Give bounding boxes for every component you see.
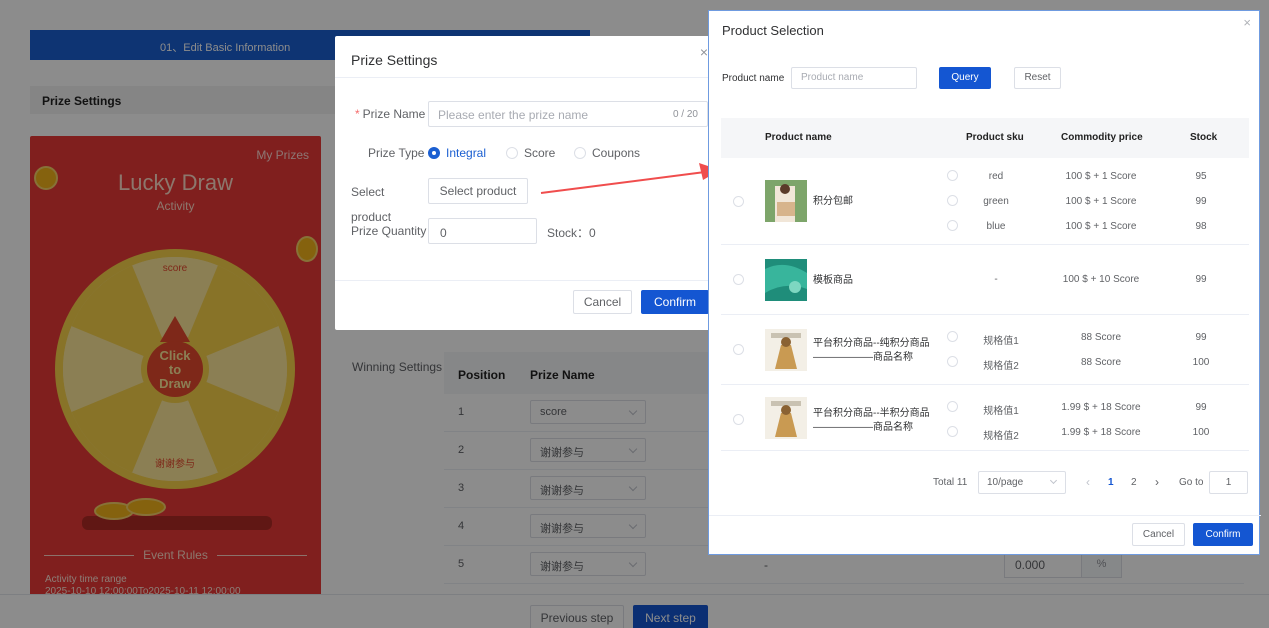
- search-label: Product name: [722, 73, 785, 84]
- price-value: 1.99 $ + 18 Score: [1061, 402, 1141, 413]
- product-name-line-2: ——————商品名称: [813, 352, 913, 363]
- confirm-button[interactable]: Confirm: [641, 290, 709, 314]
- product-name-line-1: 平台积分商品--半积分商品: [813, 408, 930, 419]
- col-commodity-price: Commodity price: [1061, 132, 1143, 143]
- stock-text: Stock：0: [547, 226, 596, 240]
- page-size-select[interactable]: 10/page: [978, 471, 1066, 494]
- query-button[interactable]: Query: [939, 67, 991, 89]
- sku-radio[interactable]: [947, 356, 958, 367]
- product-name: 模板商品: [813, 275, 853, 286]
- table-row: 模板商品 - 100 $ + 10 Score 99: [721, 245, 1249, 315]
- sku-value: blue: [986, 221, 1006, 232]
- prize-type-label: Prize Type: [368, 146, 425, 160]
- prize-quantity-label: Prize Quantity: [351, 224, 427, 238]
- page-size-value: 10/page: [987, 477, 1024, 488]
- total-count: Total 11: [933, 477, 968, 488]
- price-value: 1.99 $ + 18 Score: [1061, 427, 1141, 438]
- product-name-input[interactable]: Product name: [791, 67, 917, 89]
- product-selection-dialog: Product Selection × Product name Product…: [708, 10, 1261, 555]
- chevron-down-icon: [1049, 476, 1058, 485]
- product-radio[interactable]: [733, 196, 744, 207]
- product-radio[interactable]: [733, 344, 744, 355]
- select-product-label: Select: [351, 185, 385, 199]
- reset-button[interactable]: Reset: [1014, 67, 1061, 89]
- prize-name-placeholder: Please enter the prize name: [438, 108, 589, 122]
- price-value: 88 Score: [1080, 357, 1122, 368]
- product-image: [765, 259, 807, 301]
- prize-quantity-value: 0: [440, 226, 447, 240]
- product-image: [765, 397, 807, 439]
- sku-value: red: [988, 171, 1004, 182]
- stock-value: 100: [1192, 357, 1210, 368]
- sku-value: green: [983, 196, 1009, 207]
- product-image: [765, 329, 807, 371]
- product-image: [765, 180, 807, 222]
- dialog-title: Product Selection: [722, 23, 824, 38]
- stock-value: 100: [1192, 427, 1210, 438]
- prize-name-label: * Prize Name: [355, 107, 426, 121]
- price-value: 100 $ + 1 Score: [1065, 221, 1137, 232]
- stock-value: 98: [1195, 221, 1207, 232]
- radio-score[interactable]: Score: [506, 146, 555, 160]
- prize-name-input[interactable]: Please enter the prize name 0 / 20: [428, 101, 708, 127]
- price-value: 100 $ + 10 Score: [1062, 274, 1140, 285]
- product-radio[interactable]: [733, 274, 744, 285]
- select-product-label-2: product: [351, 210, 392, 224]
- dialog-divider: [335, 280, 720, 281]
- sku-radio[interactable]: [947, 331, 958, 342]
- goto-page-input[interactable]: 1: [1209, 471, 1248, 494]
- table-row: 平台积分商品--纯积分商品 ——————商品名称 规格值1 规格值2 88 Sc…: [721, 315, 1249, 385]
- sku-radio[interactable]: [947, 195, 958, 206]
- product-radio[interactable]: [733, 414, 744, 425]
- table-row: 积分包邮 red green blue 100 $ + 1 Score 100 …: [721, 158, 1249, 245]
- dialog-title: Prize Settings: [351, 52, 438, 68]
- page-2[interactable]: 2: [1131, 477, 1137, 488]
- sku-radio[interactable]: [947, 170, 958, 181]
- select-product-button[interactable]: Select product: [428, 178, 528, 204]
- prize-quantity-input[interactable]: 0: [428, 218, 537, 244]
- stock-value: 99: [1195, 196, 1207, 207]
- sku-value: -: [994, 274, 998, 285]
- product-name: 积分包邮: [813, 196, 853, 207]
- col-product-name: Product name: [765, 132, 832, 143]
- sku-value: 规格值2: [983, 431, 1019, 442]
- product-name-line-1: 平台积分商品--纯积分商品: [813, 338, 930, 349]
- price-value: 88 Score: [1080, 332, 1122, 343]
- sku-radio[interactable]: [947, 401, 958, 412]
- close-icon[interactable]: ×: [1243, 15, 1251, 30]
- close-icon[interactable]: ×: [700, 44, 708, 60]
- dialog-header: Prize Settings ×: [335, 36, 720, 78]
- cancel-button[interactable]: Cancel: [573, 290, 632, 314]
- char-counter: 0 / 20: [672, 109, 698, 120]
- table-header: Product name Product sku Commodity price…: [721, 118, 1249, 158]
- stock-value: 95: [1195, 171, 1207, 182]
- product-name-placeholder: Product name: [801, 72, 864, 83]
- price-value: 100 $ + 1 Score: [1065, 196, 1137, 207]
- product-name-line-2: ——————商品名称: [813, 422, 913, 433]
- sku-radio[interactable]: [947, 220, 958, 231]
- goto-label: Go to: [1179, 477, 1204, 488]
- next-page-icon[interactable]: ›: [1155, 475, 1159, 489]
- col-stock: Stock: [1190, 132, 1218, 143]
- radio-integral[interactable]: Integral: [428, 146, 486, 160]
- sku-radio[interactable]: [947, 426, 958, 437]
- table-row: 平台积分商品--半积分商品 ——————商品名称 规格值1 规格值2 1.99 …: [721, 385, 1249, 451]
- confirm-button[interactable]: Confirm: [1193, 523, 1253, 546]
- page-1[interactable]: 1: [1108, 477, 1114, 488]
- prev-page-icon[interactable]: ‹: [1086, 475, 1090, 489]
- dialog-divider: [709, 515, 1261, 516]
- sku-value: 规格值1: [983, 406, 1019, 417]
- arrow-annotation: [540, 163, 720, 194]
- cancel-button[interactable]: Cancel: [1132, 523, 1185, 546]
- col-product-sku: Product sku: [966, 132, 1024, 143]
- stock-value: 99: [1195, 274, 1207, 285]
- price-value: 100 $ + 1 Score: [1065, 171, 1137, 182]
- sku-value: 规格值2: [983, 361, 1019, 372]
- sku-value: 规格值1: [983, 336, 1019, 347]
- pagination: Total 11 10/page ‹ 1 2 › Go to 1: [709, 469, 1261, 499]
- radio-coupons[interactable]: Coupons: [574, 146, 640, 160]
- stock-value: 99: [1195, 332, 1207, 343]
- stock-value: 99: [1195, 402, 1207, 413]
